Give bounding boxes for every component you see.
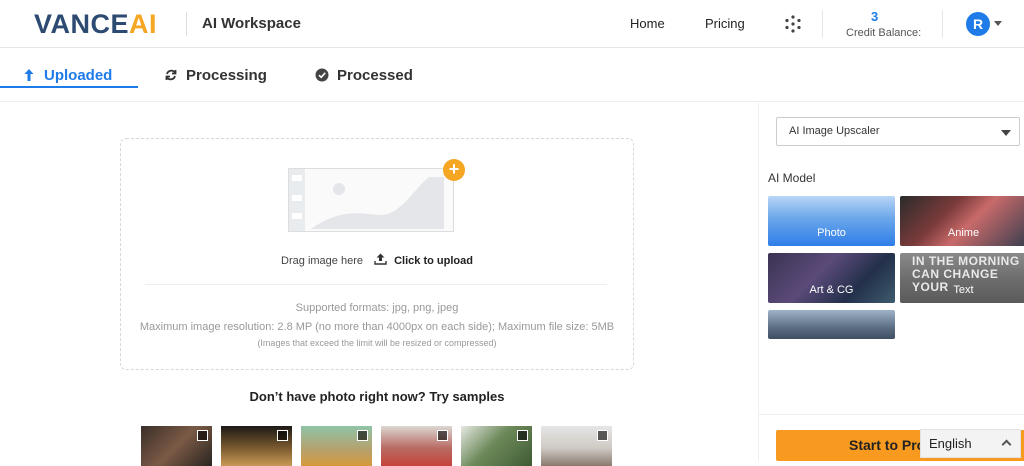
- credit-balance-label: Credit Balance:: [846, 27, 922, 39]
- model-more[interactable]: [768, 310, 895, 339]
- chevron-up-icon: [1001, 439, 1012, 450]
- model-photo-label: Photo: [817, 227, 846, 239]
- click-to-upload-link[interactable]: Click to upload: [394, 255, 473, 267]
- model-photo[interactable]: Photo: [768, 196, 895, 246]
- chevron-down-icon[interactable]: [994, 21, 1002, 26]
- sample-checkbox[interactable]: [357, 430, 368, 441]
- model-art-cg[interactable]: Art & CG: [768, 253, 895, 303]
- workspace-title: AI Workspace: [202, 15, 301, 32]
- tab-processing-label: Processing: [186, 66, 267, 84]
- user-avatar[interactable]: R: [966, 12, 990, 36]
- panel-divider: [759, 414, 1024, 415]
- model-art-label: Art & CG: [809, 284, 854, 296]
- add-image-button[interactable]: +: [443, 159, 465, 181]
- nav-pricing-link[interactable]: Pricing: [705, 16, 745, 31]
- supported-formats-text: Supported formats: jpg, png, jpeg: [295, 302, 459, 314]
- active-tab-indicator: [0, 86, 138, 88]
- top-header: VANCEAI AI Workspace Home Pricing 3 Cred…: [0, 0, 1024, 48]
- model-anime-label: Anime: [947, 227, 980, 239]
- language-selector[interactable]: English: [920, 429, 1021, 458]
- resize-note-text: (Images that exceed the limit will be re…: [257, 338, 497, 348]
- tab-uploaded-label: Uploaded: [44, 66, 113, 84]
- vanceai-logo[interactable]: VANCEAI: [34, 9, 157, 40]
- model-text-label: Text: [953, 284, 974, 296]
- settings-panel: AI Image Upscaler AI Model Photo Anime A…: [758, 103, 1024, 461]
- upload-dropzone[interactable]: + Drag image here Click to upload Suppor…: [120, 138, 634, 370]
- drag-upload-row: Drag image here Click to upload: [121, 253, 633, 267]
- nav-home-link[interactable]: Home: [630, 16, 665, 31]
- sample-checkbox[interactable]: [197, 430, 208, 441]
- credit-balance-value: 3: [871, 9, 879, 24]
- model-anime[interactable]: Anime: [900, 196, 1024, 246]
- sample-images: [141, 426, 621, 466]
- tool-select-value: AI Image Upscaler: [789, 125, 880, 137]
- upload-arrow-icon: [24, 69, 34, 81]
- model-text[interactable]: IN THE MORNING CAN CHANGE YOUR Text: [900, 253, 1024, 303]
- language-value: English: [929, 436, 972, 451]
- sample-checkbox[interactable]: [437, 430, 448, 441]
- image-placeholder-icon: [288, 168, 454, 232]
- sample-plant[interactable]: [461, 426, 532, 466]
- header-divider: [822, 10, 823, 38]
- status-tabs: Uploaded Processing Processed: [0, 48, 1024, 102]
- apps-grid-icon[interactable]: [784, 15, 802, 33]
- logo-divider: [186, 12, 187, 36]
- resolution-limit-text: Maximum image resolution: 2.8 MP (no mor…: [139, 321, 615, 333]
- sample-cat[interactable]: [541, 426, 612, 466]
- upload-icon[interactable]: [374, 253, 387, 265]
- check-circle-icon: [315, 68, 329, 82]
- tab-processed-label: Processed: [337, 66, 413, 84]
- sample-checkbox[interactable]: [277, 430, 288, 441]
- dropzone-divider: [145, 284, 607, 285]
- samples-title: Don’t have photo right now? Try samples: [249, 389, 505, 404]
- refresh-icon: [165, 69, 177, 81]
- sample-checkbox[interactable]: [517, 430, 528, 441]
- drag-image-text: Drag image here: [281, 255, 363, 267]
- ai-model-title: AI Model: [768, 171, 816, 185]
- tab-processed[interactable]: Processed: [315, 60, 413, 90]
- tool-select[interactable]: AI Image Upscaler: [776, 117, 1020, 146]
- upload-main-area: + Drag image here Click to upload Suppor…: [0, 103, 758, 466]
- landscape-illustration-icon: [289, 169, 444, 231]
- sample-checkbox[interactable]: [597, 430, 608, 441]
- sample-building[interactable]: [221, 426, 292, 466]
- chevron-down-icon: [1001, 130, 1011, 136]
- sample-portrait[interactable]: [141, 426, 212, 466]
- sample-woman[interactable]: [381, 426, 452, 466]
- tab-processing[interactable]: Processing: [164, 60, 267, 90]
- header-divider: [942, 10, 943, 38]
- sample-tiger[interactable]: [301, 426, 372, 466]
